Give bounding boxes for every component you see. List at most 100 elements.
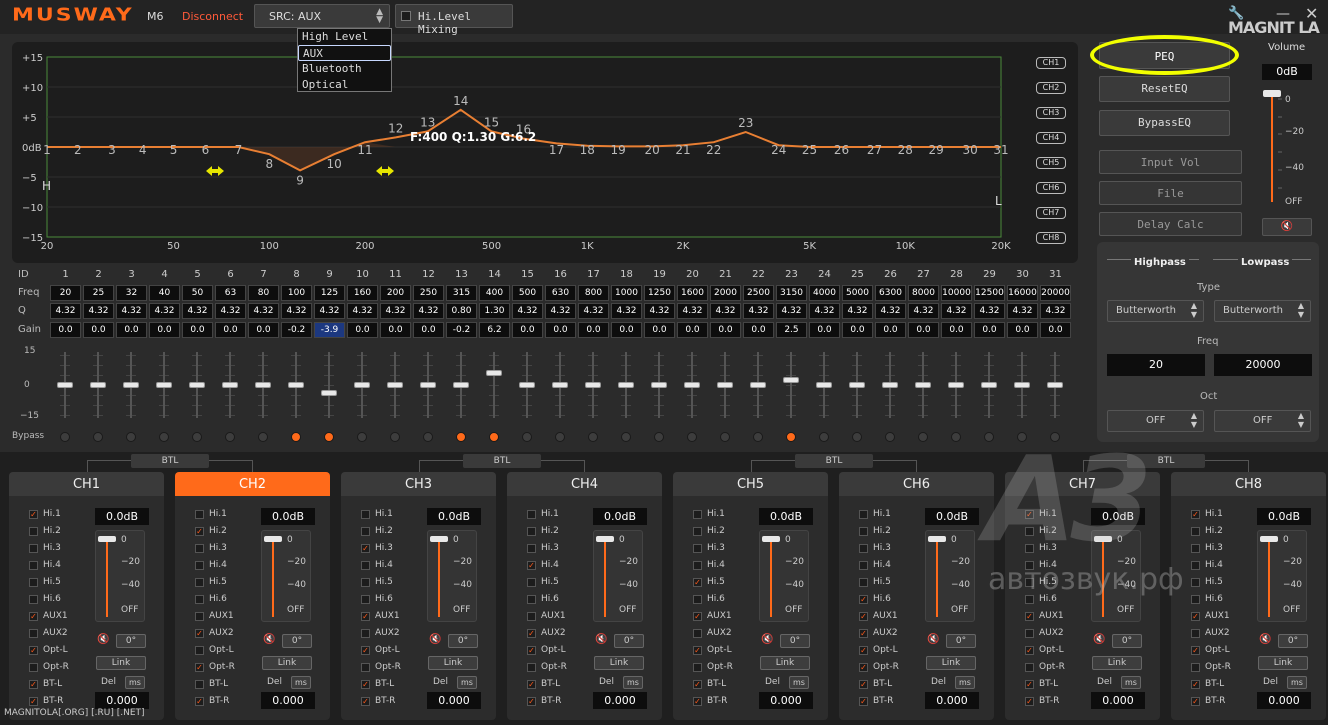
gain-slider-thumb[interactable] (288, 382, 304, 389)
route-checkbox[interactable] (1191, 527, 1200, 536)
band-label[interactable]: 21 (675, 143, 690, 157)
channel-tab[interactable]: CH3 (341, 472, 496, 496)
route-checkbox[interactable] (29, 578, 38, 587)
route-checkbox[interactable]: ✓ (859, 697, 868, 706)
connection-status[interactable]: Disconnect (182, 10, 243, 23)
gain-input[interactable]: 0.0 (710, 322, 741, 338)
hi-level-mixing-toggle[interactable]: Hi.Level Mixing (395, 4, 513, 36)
q-input[interactable]: 4.32 (875, 303, 906, 319)
delay-calc-button[interactable]: Delay Calc (1099, 212, 1242, 236)
lp-freq-input[interactable]: 20000 (1214, 354, 1312, 376)
route-checkbox[interactable] (361, 578, 370, 587)
freq-input[interactable]: 200 (380, 285, 411, 301)
minimize-icon[interactable]: — (1276, 6, 1290, 22)
graph-channel-button[interactable]: CH2 (1036, 82, 1066, 94)
route-checkbox[interactable]: ✓ (361, 697, 370, 706)
route-checkbox[interactable]: ✓ (1191, 697, 1200, 706)
route-checkbox[interactable]: ✓ (1025, 697, 1034, 706)
delay-unit-button[interactable]: ms (125, 676, 145, 689)
bypass-eq-button[interactable]: BypassEQ (1099, 110, 1230, 136)
q-input[interactable]: 4.32 (380, 303, 411, 319)
route-checkbox[interactable] (1025, 663, 1034, 672)
gain-input[interactable]: 0.0 (149, 322, 180, 338)
speaker-mute-icon[interactable]: 🔇 (1093, 634, 1105, 645)
route-checkbox[interactable] (361, 595, 370, 604)
q-input[interactable]: 4.32 (182, 303, 213, 319)
gain-slider-thumb[interactable] (618, 382, 634, 388)
q-input[interactable]: 4.32 (677, 303, 708, 319)
gain-slider-thumb[interactable] (519, 382, 535, 388)
freq-input[interactable]: 12500 (974, 285, 1005, 301)
fader-thumb[interactable] (1260, 536, 1278, 542)
freq-input[interactable]: 10000 (941, 285, 972, 301)
delay-value[interactable]: 0.000 (925, 692, 979, 709)
fader-thumb[interactable] (762, 536, 780, 542)
q-input[interactable]: 4.32 (215, 303, 246, 319)
source-select[interactable]: SRC: AUX ▲ ▼ (254, 4, 390, 28)
route-checkbox[interactable] (859, 578, 868, 587)
channel-fader[interactable]: 0 −20 −40 OFF (95, 530, 145, 622)
route-checkbox[interactable] (527, 595, 536, 604)
band-label[interactable]: 31 (993, 143, 1008, 157)
route-checkbox[interactable] (693, 561, 702, 570)
gain-input[interactable]: 0.0 (83, 322, 114, 338)
speaker-mute-icon[interactable]: 🔇 (761, 634, 773, 645)
delay-unit-button[interactable]: ms (1287, 676, 1307, 689)
q-input[interactable]: 4.32 (1007, 303, 1038, 319)
band-label[interactable]: 29 (928, 143, 943, 157)
channel-tab[interactable]: CH4 (507, 472, 662, 496)
route-checkbox[interactable] (527, 612, 536, 621)
double-arrow-icon[interactable] (206, 166, 224, 176)
gain-slider-track[interactable] (328, 352, 330, 418)
gain-input[interactable]: 0.0 (1007, 322, 1038, 338)
speaker-mute-icon[interactable]: 🔇 (97, 634, 109, 645)
q-input[interactable]: 4.32 (149, 303, 180, 319)
route-checkbox[interactable]: ✓ (527, 680, 536, 689)
band-label[interactable]: 18 (580, 143, 595, 157)
band-label[interactable]: 3 (108, 143, 116, 157)
gain-slider-track[interactable] (493, 352, 495, 418)
gain-input[interactable]: 0.0 (908, 322, 939, 338)
band-label[interactable]: 13 (420, 115, 435, 129)
speaker-mute-icon[interactable]: 🔇 (1259, 634, 1271, 645)
delay-unit-button[interactable]: ms (457, 676, 477, 689)
gain-slider-thumb[interactable] (684, 382, 700, 388)
gain-input[interactable]: -3.9 (314, 322, 345, 338)
graph-channel-button[interactable]: CH7 (1036, 207, 1066, 219)
route-checkbox[interactable] (361, 663, 370, 672)
band-bypass-toggle[interactable] (885, 432, 895, 442)
band-label[interactable]: 15 (484, 115, 499, 129)
hp-type-select[interactable]: Butterworth ▲ ▼ (1107, 300, 1204, 322)
freq-input[interactable]: 1000 (611, 285, 642, 301)
hi-level-mixing-checkbox[interactable] (401, 11, 411, 21)
route-checkbox[interactable] (859, 510, 868, 519)
freq-input[interactable]: 50 (182, 285, 213, 301)
q-input[interactable]: 4.32 (116, 303, 147, 319)
route-checkbox[interactable] (693, 527, 702, 536)
band-label[interactable]: 27 (867, 143, 882, 157)
band-label[interactable]: 9 (296, 173, 304, 187)
route-checkbox[interactable]: ✓ (1025, 680, 1034, 689)
highpass-marker[interactable]: H (42, 179, 51, 193)
band-bypass-toggle[interactable] (1017, 432, 1027, 442)
delay-value[interactable]: 0.000 (593, 692, 647, 709)
band-label[interactable]: 14 (453, 94, 468, 108)
double-arrow-icon[interactable] (376, 166, 394, 176)
band-bypass-toggle[interactable] (753, 432, 763, 442)
gain-slider-thumb[interactable] (1014, 382, 1030, 388)
gain-slider-thumb[interactable] (552, 382, 568, 388)
gain-slider-thumb[interactable] (189, 382, 205, 388)
hp-freq-input[interactable]: 20 (1107, 354, 1205, 376)
freq-input[interactable]: 160 (347, 285, 378, 301)
route-checkbox[interactable] (361, 561, 370, 570)
gain-input[interactable]: 0.0 (215, 322, 246, 338)
gain-input[interactable]: 0.0 (809, 322, 840, 338)
q-input[interactable]: 4.32 (248, 303, 279, 319)
band-label[interactable]: 26 (834, 143, 849, 157)
phase-button[interactable]: 0° (448, 634, 478, 648)
route-checkbox[interactable]: ✓ (693, 680, 702, 689)
link-button[interactable]: Link (594, 656, 644, 670)
freq-input[interactable]: 250 (413, 285, 444, 301)
gain-slider-thumb[interactable] (882, 382, 898, 388)
gain-slider-track[interactable] (790, 352, 792, 418)
